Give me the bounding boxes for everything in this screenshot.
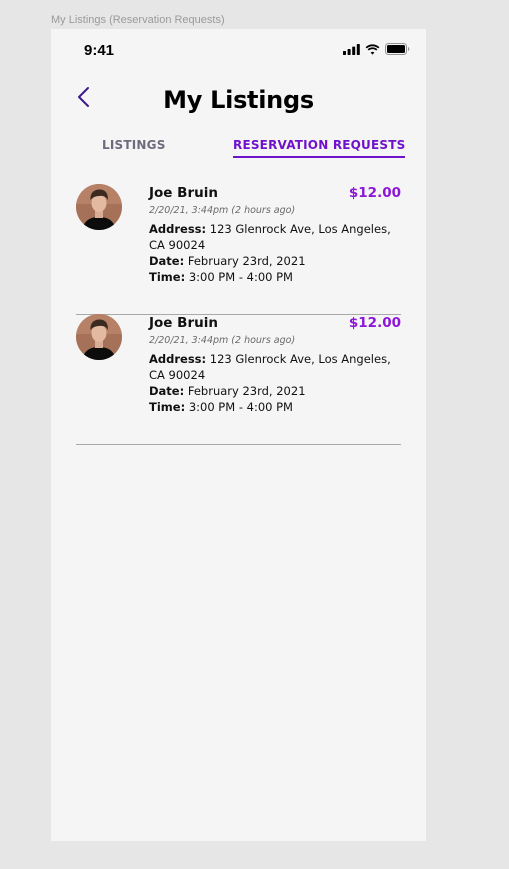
battery-icon [385,43,410,55]
date-label: Date: [149,254,185,268]
date-line: Date: February 23rd, 2021 [149,253,394,269]
requester-name: Joe Bruin [149,185,218,201]
date-value: February 23rd, 2021 [184,254,306,268]
address-line: Address: 123 Glenrock Ave, Los Angeles, … [149,221,394,253]
time-label: Time: [149,400,186,414]
frame-label: My Listings (Reservation Requests) [51,14,225,26]
signal-icon [343,43,360,55]
date-label: Date: [149,384,185,398]
time-line: Time: 3:00 PM - 4:00 PM [149,269,394,285]
reservation-details: Address: 123 Glenrock Ave, Los Angeles, … [149,351,394,415]
date-value: February 23rd, 2021 [184,384,306,398]
address-label: Address: [149,222,207,236]
phone-screen: 9:41 My Listings LISTINGS RESERVATION RE… [51,29,426,841]
status-icons [343,43,410,55]
time-label: Time: [149,270,186,284]
tab-reservation-requests[interactable]: RESERVATION REQUESTS [233,138,406,158]
page-title: My Listings [163,86,314,114]
tab-listings[interactable]: LISTINGS [102,138,166,156]
date-line: Date: February 23rd, 2021 [149,383,394,399]
wifi-icon [365,43,380,55]
time-value: 3:00 PM - 4:00 PM [185,270,293,284]
price: $12.00 [348,185,401,201]
reservation-request-item[interactable]: Joe Bruin $12.00 2/20/21, 3:44pm (2 hour… [76,314,401,445]
time-value: 3:00 PM - 4:00 PM [185,400,293,414]
avatar [76,314,122,360]
reservation-details: Address: 123 Glenrock Ave, Los Angeles, … [149,221,394,285]
address-label: Address: [149,352,207,366]
time-line: Time: 3:00 PM - 4:00 PM [149,399,394,415]
avatar [76,184,122,230]
price: $12.00 [348,315,401,331]
requester-name: Joe Bruin [149,315,218,331]
request-timestamp: 2/20/21, 3:44pm (2 hours ago) [149,205,296,216]
status-time: 9:41 [84,42,115,59]
address-line: Address: 123 Glenrock Ave, Los Angeles, … [149,351,394,383]
reservation-request-item[interactable]: Joe Bruin $12.00 2/20/21, 3:44pm (2 hour… [76,184,401,315]
request-timestamp: 2/20/21, 3:44pm (2 hours ago) [149,335,296,346]
